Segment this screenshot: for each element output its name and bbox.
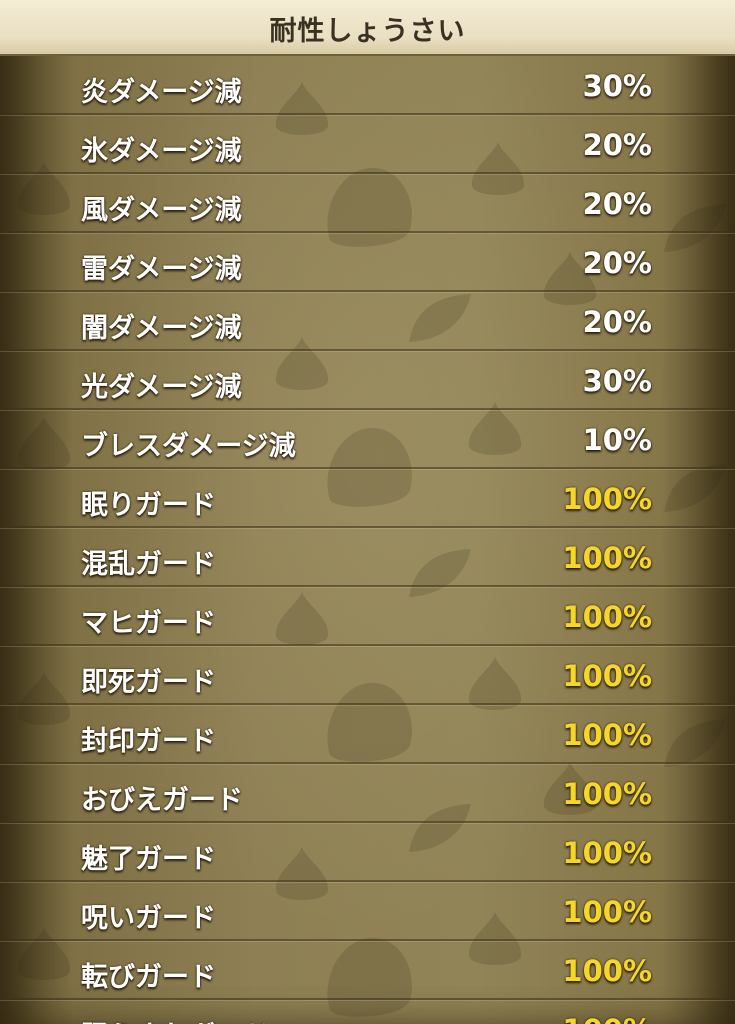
resistance-value: 20% bbox=[582, 187, 652, 221]
resistance-value: 100% bbox=[562, 659, 652, 693]
resistance-label: 呪いガード bbox=[81, 903, 216, 934]
resistance-row: 踊らされガード 100% bbox=[0, 1000, 735, 1024]
resistance-label: マヒガード bbox=[81, 608, 216, 639]
resistance-label: 即死ガード bbox=[81, 667, 216, 698]
resistance-label: 光ダメージ減 bbox=[81, 372, 242, 403]
resistance-row: 魅了ガード 100% bbox=[0, 823, 735, 882]
resistance-row: 混乱ガード 100% bbox=[0, 528, 735, 587]
resistance-value: 100% bbox=[562, 718, 652, 752]
resistance-row: 呪いガード 100% bbox=[0, 882, 735, 941]
resistance-value: 100% bbox=[562, 777, 652, 811]
resistance-value: 100% bbox=[562, 1013, 652, 1024]
resistance-label: 魅了ガード bbox=[81, 844, 216, 875]
resistance-row: ブレスダメージ減 10% bbox=[0, 410, 735, 469]
resistance-label: ブレスダメージ減 bbox=[81, 431, 296, 462]
resistance-value: 30% bbox=[582, 364, 652, 398]
resistance-label: 氷ダメージ減 bbox=[81, 136, 242, 167]
resistance-value: 100% bbox=[562, 600, 652, 634]
resistance-label: 踊らされガード bbox=[81, 1014, 270, 1024]
resistance-label: 混乱ガード bbox=[81, 549, 216, 580]
resistance-value: 100% bbox=[562, 895, 652, 929]
resistance-label: 風ダメージ減 bbox=[81, 195, 242, 226]
resistance-row: 眠りガード 100% bbox=[0, 469, 735, 528]
resistance-value: 100% bbox=[562, 541, 652, 575]
resistance-label: 炎ダメージ減 bbox=[81, 77, 242, 108]
resistance-label: 眠りガード bbox=[81, 490, 216, 521]
resistance-row: 風ダメージ減 20% bbox=[0, 174, 735, 233]
resistance-detail-panel: 耐性しょうさい 炎ダメージ減 30% 氷ダメージ減 20% 風ダメージ減 20% 雷ダ… bbox=[0, 0, 735, 1024]
resistance-label: おびえガード bbox=[81, 785, 243, 816]
resistance-row: 即死ガード 100% bbox=[0, 646, 735, 705]
resistance-label: 転びガード bbox=[81, 962, 216, 993]
resistance-value: 30% bbox=[582, 69, 652, 103]
resistance-value: 20% bbox=[582, 246, 652, 280]
resistance-label: 闇ダメージ減 bbox=[81, 313, 242, 344]
resistance-value: 20% bbox=[582, 128, 652, 162]
resistance-label: 封印ガード bbox=[81, 726, 216, 757]
resistance-list: 炎ダメージ減 30% 氷ダメージ減 20% 風ダメージ減 20% 雷ダメージ減 20% … bbox=[0, 56, 735, 1024]
resistance-value: 20% bbox=[582, 305, 652, 339]
resistance-row: 封印ガード 100% bbox=[0, 705, 735, 764]
resistance-row: 氷ダメージ減 20% bbox=[0, 115, 735, 174]
resistance-row: 雷ダメージ減 20% bbox=[0, 233, 735, 292]
resistance-row: 炎ダメージ減 30% bbox=[0, 56, 735, 115]
resistance-value: 100% bbox=[562, 482, 652, 516]
panel-header: 耐性しょうさい bbox=[0, 0, 735, 56]
resistance-value: 100% bbox=[562, 836, 652, 870]
resistance-value: 10% bbox=[582, 423, 652, 457]
resistance-row: 闇ダメージ減 20% bbox=[0, 292, 735, 351]
resistance-row: 転びガード 100% bbox=[0, 941, 735, 1000]
resistance-row: 光ダメージ減 30% bbox=[0, 351, 735, 410]
resistance-row: マヒガード 100% bbox=[0, 587, 735, 646]
resistance-value: 100% bbox=[562, 954, 652, 988]
panel-title: 耐性しょうさい bbox=[269, 16, 466, 47]
resistance-row: おびえガード 100% bbox=[0, 764, 735, 823]
resistance-label: 雷ダメージ減 bbox=[81, 254, 242, 285]
